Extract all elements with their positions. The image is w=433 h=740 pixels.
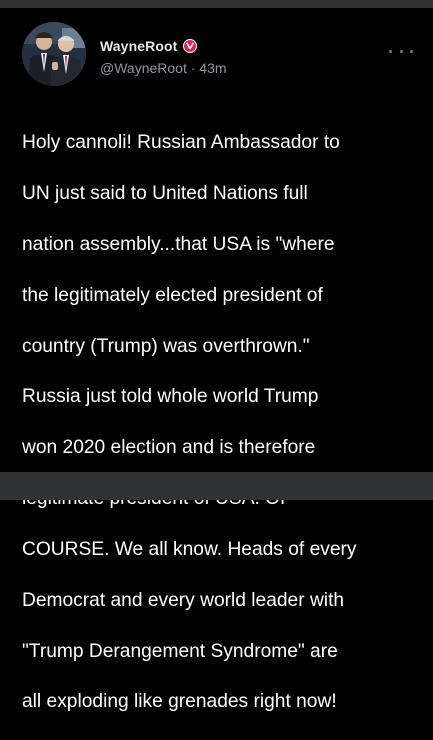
tweet-header: WayneRoot @WayneRoot · 43m bbox=[100, 37, 403, 78]
tweet-text-line: "Trump Derangement Syndrome" are bbox=[22, 640, 338, 662]
tweet-text-line: won 2020 election and is therefore bbox=[22, 437, 316, 459]
tweet-text-line: the legitimately elected president of bbox=[22, 284, 323, 306]
tweet-text-line: nation assembly...that USA is "where bbox=[22, 234, 335, 256]
more-options-icon[interactable] bbox=[389, 46, 413, 56]
name-row: WayneRoot bbox=[100, 37, 403, 55]
tweet-text: Holy cannoli! Russian Ambassador to UN j… bbox=[22, 105, 422, 740]
tweet-text-line: country (Trump) was overthrown." bbox=[22, 335, 310, 357]
avatar-photo-icon bbox=[22, 22, 86, 86]
tweet-text-line: Democrat and every world leader with bbox=[22, 589, 345, 611]
tweet-text-line: COURSE. We all know. Heads of every bbox=[22, 538, 357, 560]
bottom-divider bbox=[0, 472, 433, 500]
top-divider bbox=[0, 0, 433, 8]
tweet-text-line: UN just said to United Nations full bbox=[22, 183, 308, 205]
meta-row: @WayneRoot · 43m bbox=[100, 60, 403, 78]
handle[interactable]: @WayneRoot bbox=[100, 60, 187, 76]
avatar[interactable] bbox=[22, 22, 86, 86]
display-name[interactable]: WayneRoot bbox=[100, 38, 177, 54]
tweet-text-line: Russia just told whole world Trump bbox=[22, 386, 319, 408]
tweet-text-line: all exploding like grenades right now! bbox=[22, 691, 337, 713]
more-dot bbox=[410, 49, 413, 53]
more-dot bbox=[399, 49, 403, 53]
more-dot bbox=[389, 49, 392, 53]
tweet-text-line: Holy cannoli! Russian Ambassador to bbox=[22, 132, 340, 154]
v-badge-icon bbox=[183, 39, 198, 53]
timestamp[interactable]: 43m bbox=[199, 60, 226, 76]
tweet-card[interactable]: WayneRoot @WayneRoot · 43m Holy cannoli!… bbox=[0, 8, 433, 712]
separator: · bbox=[190, 60, 200, 76]
